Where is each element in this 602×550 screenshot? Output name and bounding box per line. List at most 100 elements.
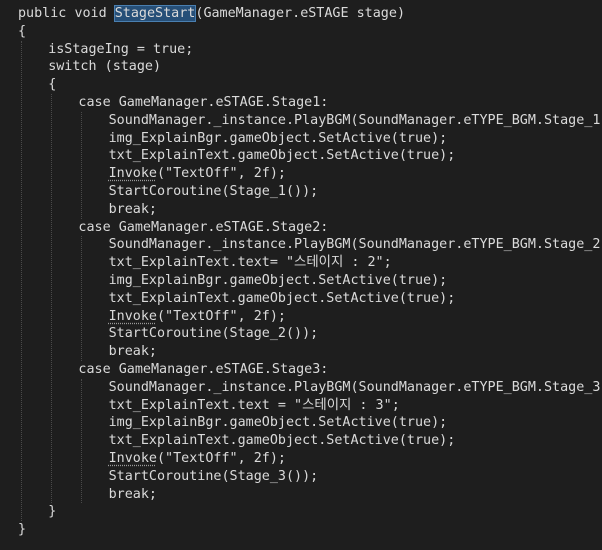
code-token: ()); bbox=[285, 183, 319, 199]
code-token: SetActive bbox=[318, 415, 391, 431]
code-line[interactable]: case GameManager.eSTAGE.Stage3: bbox=[18, 361, 602, 379]
indent-guide bbox=[81, 111, 83, 219]
code-token: ) bbox=[396, 6, 405, 21]
code-token: = bbox=[128, 41, 153, 57]
code-token: ); bbox=[439, 290, 456, 306]
code-token: . bbox=[221, 415, 230, 431]
code-line[interactable]: txt_ExplainText.gameObject.SetActive(tru… bbox=[18, 432, 602, 450]
code-token: case bbox=[78, 361, 111, 377]
code-token: isStageIng bbox=[48, 41, 129, 57]
code-token: case bbox=[78, 94, 111, 110]
code-token: gameObject bbox=[237, 433, 319, 449]
code-token: Invoke bbox=[108, 308, 157, 324]
code-token: Stage_2 bbox=[229, 326, 286, 342]
code-token: gameObject bbox=[229, 130, 311, 146]
code-token: SetActive bbox=[318, 130, 391, 146]
code-line[interactable]: break; bbox=[18, 343, 602, 361]
code-token: , bbox=[237, 450, 254, 466]
code-token: : bbox=[320, 361, 329, 377]
code-editor[interactable]: ... public void StageStart(GameManager.e… bbox=[0, 0, 602, 550]
code-token: ; bbox=[148, 486, 157, 502]
code-line[interactable]: txt_ExplainText.gameObject.SetActive(tru… bbox=[18, 290, 602, 308]
code-token: Stage_1 bbox=[543, 112, 601, 128]
code-line[interactable]: txt_ExplainText.text= "스테이지 : 2"; bbox=[18, 254, 602, 272]
code-token: "TextOff" bbox=[165, 308, 238, 324]
code-token: ( bbox=[156, 450, 166, 466]
code-line[interactable]: break; bbox=[18, 201, 602, 219]
code-line[interactable]: } bbox=[18, 521, 602, 539]
code-token: eTYPE_BGM bbox=[463, 379, 536, 395]
code-token: SetActive bbox=[326, 148, 399, 164]
code-token: , bbox=[237, 308, 254, 324]
code-line[interactable]: txt_ExplainText.gameObject.SetActive(tru… bbox=[18, 147, 602, 165]
code-area[interactable]: public void StageStart(GameManager.eSTAG… bbox=[18, 5, 602, 539]
code-line[interactable]: SoundManager._instance.PlayBGM(SoundMana… bbox=[18, 236, 602, 254]
code-line[interactable]: Invoke("TextOff", 2f); bbox=[18, 450, 602, 468]
code-token: Invoke bbox=[108, 450, 157, 466]
code-line[interactable]: case GameManager.eSTAGE.Stage2: bbox=[18, 219, 602, 237]
code-token: eSTAGE bbox=[215, 94, 264, 110]
code-token: gameObject bbox=[229, 415, 311, 431]
code-token: . bbox=[310, 272, 319, 288]
code-line[interactable]: break; bbox=[18, 486, 602, 504]
code-token: . bbox=[221, 130, 230, 146]
code-token: ( bbox=[390, 415, 399, 431]
code-line[interactable]: img_ExplainBgr.gameObject.SetActive(true… bbox=[18, 130, 602, 148]
indent-guide bbox=[21, 40, 22, 522]
code-line[interactable]: SoundManager._instance.PlayBGM(SoundMana… bbox=[18, 112, 602, 130]
code-token: { bbox=[48, 77, 57, 93]
code-token: void bbox=[74, 6, 107, 21]
code-token: ); bbox=[431, 272, 448, 288]
code-line[interactable]: public void StageStart(GameManager.eSTAG… bbox=[18, 5, 602, 23]
code-line[interactable]: StartCoroutine(Stage_2()); bbox=[18, 325, 602, 343]
code-token: ; bbox=[148, 201, 157, 217]
code-line[interactable]: SoundManager._instance.PlayBGM(SoundMana… bbox=[18, 379, 602, 397]
code-token: StartCoroutine bbox=[108, 468, 222, 484]
code-token: = bbox=[269, 397, 295, 413]
code-line[interactable]: { bbox=[18, 23, 602, 41]
code-token: "TextOff" bbox=[165, 450, 238, 466]
code-token: Stage2 bbox=[271, 219, 321, 235]
code-line[interactable]: img_ExplainBgr.gameObject.SetActive(true… bbox=[18, 272, 602, 290]
code-line[interactable]: isStageIng = true; bbox=[18, 41, 602, 59]
code-token: gameObject bbox=[229, 272, 311, 288]
code-token: ( bbox=[390, 272, 399, 288]
code-line[interactable]: Invoke("TextOff", 2f); bbox=[18, 165, 602, 183]
code-token: ; bbox=[185, 41, 194, 57]
code-token: _instance bbox=[213, 112, 286, 128]
code-token: txt_ExplainText bbox=[108, 255, 230, 271]
code-token: . bbox=[535, 379, 544, 395]
code-token: . bbox=[229, 148, 238, 164]
code-token: Stage_3 bbox=[229, 468, 286, 484]
code-token: txt_ExplainText bbox=[108, 433, 230, 449]
code-token: switch bbox=[48, 59, 97, 75]
code-line[interactable]: } bbox=[18, 503, 602, 521]
code-token: stage bbox=[356, 6, 397, 21]
code-token: ( bbox=[221, 468, 230, 484]
indent-guide bbox=[81, 236, 83, 361]
code-token: ( bbox=[398, 433, 407, 449]
code-token: ); bbox=[269, 450, 286, 466]
code-token: . bbox=[310, 130, 319, 146]
code-token: SoundManager bbox=[358, 379, 456, 395]
code-token: ( bbox=[398, 290, 407, 306]
code-token: PlayBGM bbox=[294, 379, 351, 395]
code-line[interactable]: StartCoroutine(Stage_3()); bbox=[18, 468, 602, 486]
code-line[interactable]: img_ExplainBgr.gameObject.SetActive(true… bbox=[18, 414, 602, 432]
code-line[interactable]: case GameManager.eSTAGE.Stage1: bbox=[18, 94, 602, 112]
code-token: . bbox=[285, 379, 295, 395]
code-token: _instance bbox=[213, 379, 286, 395]
code-token: eSTAGE bbox=[215, 219, 264, 235]
code-token: : bbox=[320, 94, 329, 110]
code-token: eSTAGE bbox=[215, 361, 264, 377]
code-line[interactable]: switch (stage) bbox=[18, 58, 602, 76]
code-line[interactable]: txt_ExplainText.text = "스테이지 : 3"; bbox=[18, 397, 602, 415]
code-token: SetActive bbox=[318, 272, 391, 288]
code-token: txt_ExplainText bbox=[108, 290, 230, 306]
code-token: "스테이지 : 2" bbox=[285, 255, 384, 271]
code-line[interactable]: Invoke("TextOff", 2f); bbox=[18, 308, 602, 326]
code-token: ); bbox=[439, 433, 456, 449]
code-line[interactable]: { bbox=[18, 76, 602, 94]
code-line[interactable]: StartCoroutine(Stage_1()); bbox=[18, 183, 602, 201]
